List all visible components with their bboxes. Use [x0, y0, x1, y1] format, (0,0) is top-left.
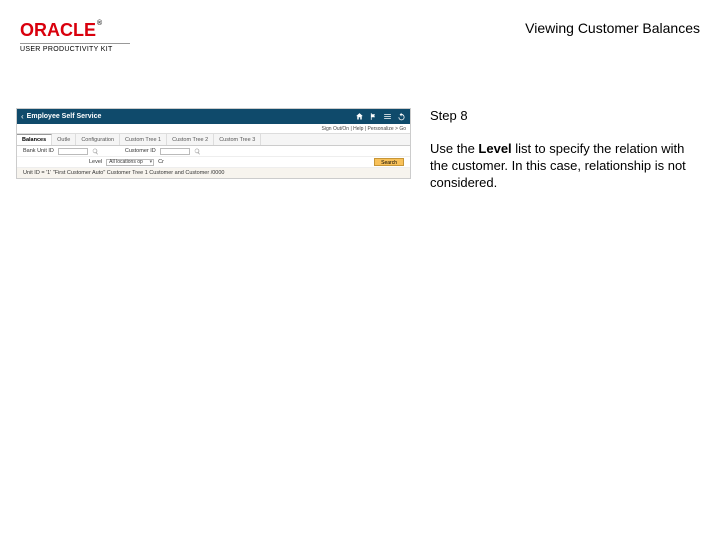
customer-id-label: Customer ID: [125, 148, 156, 154]
tab-custom-tree-1[interactable]: Custom Tree 1: [120, 134, 167, 145]
search-button-label: Search: [381, 160, 397, 166]
filter-row-1: Bank Unit ID Customer ID: [17, 146, 410, 157]
tab-custom-tree-2[interactable]: Custom Tree 2: [167, 134, 214, 145]
brand-text: ORACLE: [20, 20, 96, 40]
header-links-text[interactable]: Sign Out/On | Help | Personalize > Go: [322, 126, 406, 132]
lookup-icon[interactable]: [194, 148, 201, 155]
instruction-text: Use the Level list to specify the relati…: [430, 141, 690, 192]
customer-id-input[interactable]: [160, 148, 190, 155]
page-title: Viewing Customer Balances: [525, 20, 700, 36]
app-screenshot: ‹ Employee Self Service Sign Out/On | He…: [16, 108, 411, 179]
app-titlebar-right: [355, 112, 406, 121]
instruction-panel: Step 8 Use the Level list to specify the…: [430, 108, 690, 192]
app-titlebar: ‹ Employee Self Service: [17, 109, 410, 124]
refresh-icon[interactable]: [397, 112, 406, 121]
tab-configuration[interactable]: Configuration: [76, 134, 120, 145]
tab-label: Outle: [57, 137, 70, 143]
bank-unit-input[interactable]: [58, 148, 88, 155]
tab-label: Balances: [22, 137, 46, 143]
chevron-down-icon: ▾: [150, 159, 154, 165]
instr-before: Use the: [430, 141, 478, 156]
criteria-summary: Unit ID = '1' "First Customer Auto" Cust…: [17, 168, 410, 178]
filter-row-2: Level All locations op ▾ Cr Search: [17, 157, 410, 168]
cr-label: Cr: [158, 159, 164, 165]
criteria-text: Unit ID = '1' "First Customer Auto" Cust…: [23, 170, 225, 176]
level-dropdown-value: All locations op: [109, 159, 143, 165]
tab-balances[interactable]: Balances: [17, 134, 52, 145]
level-dropdown[interactable]: All locations op ▾: [106, 159, 154, 166]
instr-bold: Level: [478, 141, 511, 156]
tab-outle[interactable]: Outle: [52, 134, 76, 145]
level-label: Level: [89, 159, 102, 165]
bank-unit-label: Bank Unit ID: [23, 148, 54, 154]
search-button[interactable]: Search: [374, 158, 404, 166]
back-icon[interactable]: ‹: [21, 112, 24, 121]
home-icon[interactable]: [355, 112, 364, 121]
tab-label: Configuration: [81, 137, 114, 143]
flag-icon[interactable]: [369, 112, 378, 121]
brand-block: ORACLE® USER PRODUCTIVITY KIT: [20, 20, 130, 53]
menu-icon[interactable]: [383, 112, 392, 121]
app-header-links: Sign Out/On | Help | Personalize > Go: [17, 124, 410, 134]
page-header: ORACLE® USER PRODUCTIVITY KIT Viewing Cu…: [20, 20, 700, 53]
trademark: ®: [97, 20, 102, 27]
tab-label: Custom Tree 1: [125, 137, 161, 143]
oracle-logo: ORACLE®: [20, 20, 130, 41]
app-titlebar-left: ‹ Employee Self Service: [21, 112, 101, 121]
lookup-icon[interactable]: [92, 148, 99, 155]
app-title: Employee Self Service: [27, 113, 102, 120]
tab-label: Custom Tree 2: [172, 137, 208, 143]
tab-label: Custom Tree 3: [219, 137, 255, 143]
tab-custom-tree-3[interactable]: Custom Tree 3: [214, 134, 261, 145]
step-label: Step 8: [430, 108, 690, 123]
tabstrip: Balances Outle Configuration Custom Tree…: [17, 134, 410, 146]
subbrand-text: USER PRODUCTIVITY KIT: [20, 43, 130, 53]
